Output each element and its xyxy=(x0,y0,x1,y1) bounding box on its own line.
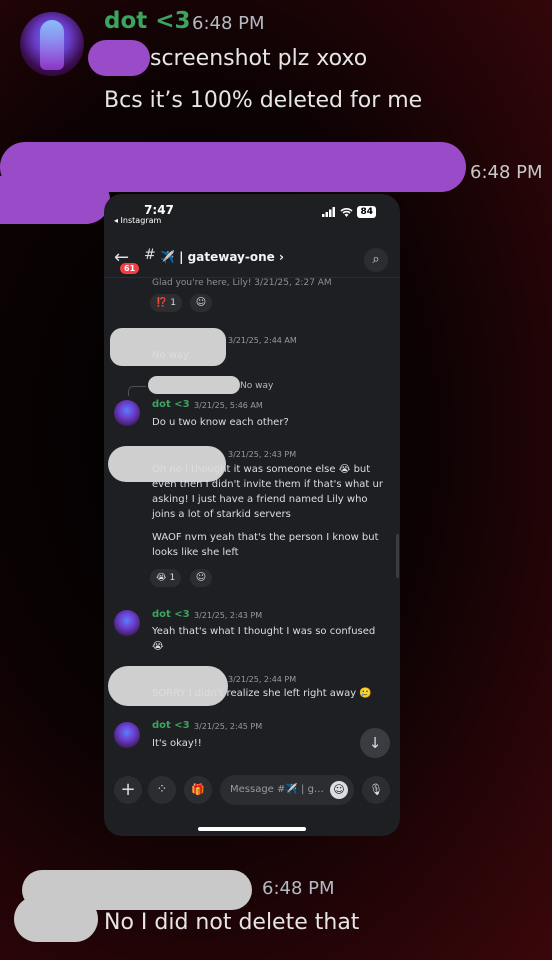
avatar[interactable] xyxy=(114,400,140,426)
back-to-app-link[interactable]: ◂ Instagram xyxy=(114,216,161,225)
message-text: screenshot plz xoxo xyxy=(150,46,368,71)
message-timestamp: 3/21/25, 2:45 PM xyxy=(194,722,263,731)
reaction-emoji: 😭 xyxy=(156,573,167,583)
message-text: No I did not delete that xyxy=(104,910,360,935)
redaction-mark xyxy=(148,376,240,394)
avatar[interactable] xyxy=(114,610,140,636)
reaction-count: 1 xyxy=(170,298,176,308)
channel-header: ← 61 # ✈️ | gateway-one › ⌕ xyxy=(104,242,400,278)
reaction-count: 1 xyxy=(169,573,176,583)
hash-icon: # xyxy=(144,247,156,263)
message-timestamp: 3/21/25, 2:44 AM xyxy=(228,336,297,345)
author-name[interactable]: dot <3 xyxy=(104,8,191,34)
avatar[interactable] xyxy=(20,12,84,76)
author-name[interactable]: dot <3 xyxy=(152,720,190,731)
add-reaction-button[interactable]: ☺ xyxy=(190,569,212,587)
wifi-icon xyxy=(340,208,354,217)
add-reaction-button[interactable]: ☺ xyxy=(190,294,212,312)
apps-icon[interactable]: ⁘ xyxy=(148,776,176,804)
emoji-picker-icon[interactable]: ☺ xyxy=(330,781,348,799)
phone-screenshot: 7:47 ◂ Instagram 84 ← 61 # ✈️ | gateway-… xyxy=(104,194,400,836)
message-timestamp: 3/21/25, 5:46 AM xyxy=(194,401,263,410)
redaction-mark xyxy=(14,896,98,942)
message-text: No way xyxy=(152,350,190,361)
partial-message: Glad you're here, Lily! 3/21/25, 2:27 AM xyxy=(152,278,332,288)
author-name[interactable]: dot <3 xyxy=(152,609,190,620)
search-icon[interactable]: ⌕ xyxy=(364,248,388,272)
reaction-emoji: ⁉️ xyxy=(156,298,168,308)
message-text: SORRY I didn't realize she left right aw… xyxy=(152,688,372,699)
reply-connector xyxy=(128,386,146,396)
message-timestamp: 6:48 PM xyxy=(470,162,543,183)
message-text: It's okay!! xyxy=(152,738,202,749)
avatar-figure xyxy=(40,20,64,70)
gift-icon[interactable]: 🎁 xyxy=(184,776,212,804)
status-icons: 84 xyxy=(322,206,376,218)
signal-bars-icon xyxy=(322,207,336,217)
message-text: Yeah that's what I thought I was so conf… xyxy=(152,626,376,652)
message-text: WAOF nvm yeah that's the person I know b… xyxy=(152,532,379,558)
message-timestamp: 3/21/25, 2:43 PM xyxy=(194,611,263,620)
scrollbar[interactable] xyxy=(396,534,399,578)
message-timestamp: 6:48 PM xyxy=(192,13,265,34)
home-indicator xyxy=(198,827,306,831)
message-text: Bcs it’s 100% deleted for me xyxy=(104,88,423,113)
message-text: Oh no I thought it was someone else 😭 bu… xyxy=(152,464,383,520)
message-composer: + ⁘ 🎁 Message #✈️ | g… ☺ 🎙 xyxy=(104,770,400,810)
reply-preview-text[interactable]: No way xyxy=(240,379,273,394)
notification-badge: 61 xyxy=(120,263,140,274)
jump-to-bottom-button[interactable]: ↓ xyxy=(360,728,390,758)
battery-indicator: 84 xyxy=(357,206,376,218)
message-timestamp: 6:48 PM xyxy=(262,878,335,899)
message-timestamp: 3/21/25, 2:44 PM xyxy=(228,675,297,684)
microphone-icon[interactable]: 🎙 xyxy=(362,776,390,804)
channel-name[interactable]: ✈️ | gateway-one › xyxy=(160,250,284,264)
plus-icon[interactable]: + xyxy=(114,776,142,804)
author-name[interactable]: dot <3 xyxy=(152,399,190,410)
avatar[interactable] xyxy=(114,722,140,748)
redaction-mark xyxy=(0,176,110,224)
message-text: Do u two know each other? xyxy=(152,417,289,428)
redaction-mark xyxy=(88,40,150,76)
message-timestamp: 3/21/25, 2:43 PM xyxy=(228,450,297,459)
reaction-chip[interactable]: ⁉️ 1 xyxy=(150,294,182,312)
status-time: 7:47 xyxy=(144,203,174,217)
reaction-chip[interactable]: 😭 1 xyxy=(150,569,182,587)
